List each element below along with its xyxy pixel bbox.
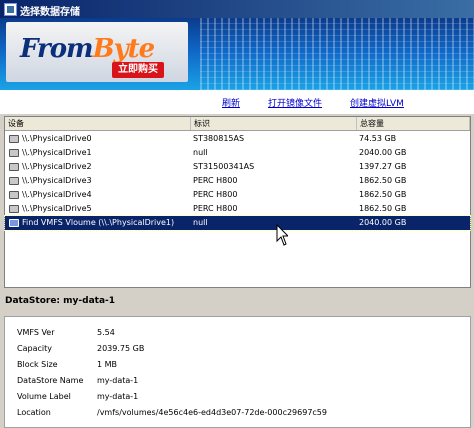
size-cell: 2040.00 GB: [359, 148, 407, 157]
id-cell: PERC H800: [193, 204, 238, 213]
window-title: 选择数据存储: [20, 7, 80, 18]
size-cell: 1862.50 GB: [359, 190, 407, 199]
detail-value: my-data-1: [97, 376, 139, 385]
table-row[interactable]: \\.\PhysicalDrive0 ST380815AS 74.53 GB: [5, 132, 470, 146]
column-device[interactable]: 设备: [5, 117, 191, 130]
disk-icon: [9, 135, 19, 143]
device-cell: \\.\PhysicalDrive4: [22, 190, 92, 199]
details-panel: VMFS Ver 5.54 Capacity 2039.75 GB Block …: [4, 316, 471, 428]
size-cell: 2040.00 GB: [359, 218, 407, 227]
logo: FromByte: [20, 34, 155, 64]
disk-icon: [9, 163, 19, 171]
device-cell: \\.\PhysicalDrive5: [22, 204, 92, 213]
detail-label: DataStore Name: [17, 376, 84, 385]
mouse-pointer-icon: [276, 224, 288, 246]
detail-value: 2039.75 GB: [97, 344, 145, 353]
size-cell: 1862.50 GB: [359, 204, 407, 213]
size-cell: 1397.27 GB: [359, 162, 407, 171]
device-cell: Find VMFS Vloume (\\.\PhysicalDrive1): [22, 218, 175, 227]
open-image-link[interactable]: 打开镜像文件: [268, 96, 322, 109]
device-cell: \\.\PhysicalDrive3: [22, 176, 92, 185]
device-cell: \\.\PhysicalDrive2: [22, 162, 92, 171]
disk-icon: [9, 191, 19, 199]
title-bar: 选择数据存储: [0, 0, 474, 18]
detail-label: VMFS Ver: [17, 328, 55, 337]
list-header: 设备 标识 总容量: [5, 117, 470, 131]
table-row[interactable]: \\.\PhysicalDrive3 PERC H800 1862.50 GB: [5, 174, 470, 188]
detail-value: my-data-1: [97, 392, 139, 401]
id-cell: null: [193, 148, 208, 157]
vmfs-volume-icon: [9, 219, 19, 227]
datastore-label: DataStore: my-data-1: [5, 296, 116, 306]
device-list[interactable]: 设备 标识 总容量 \\.\PhysicalDrive0 ST380815AS …: [4, 116, 471, 288]
table-row[interactable]: \\.\PhysicalDrive5 PERC H800 1862.50 GB: [5, 202, 470, 216]
refresh-link[interactable]: 刷新: [222, 96, 240, 109]
detail-label: Volume Label: [17, 392, 71, 401]
app-icon: [4, 3, 17, 16]
device-cell: \\.\PhysicalDrive1: [22, 148, 92, 157]
size-cell: 1862.50 GB: [359, 176, 407, 185]
column-id[interactable]: 标识: [191, 117, 357, 130]
size-cell: 74.53 GB: [359, 134, 397, 143]
detail-value: /vmfs/volumes/4e56c4e6-ed4d3e07-72de-000…: [97, 408, 327, 417]
toolbar: 刷新 打开镜像文件 创建虚拟LVM: [0, 90, 474, 114]
column-size[interactable]: 总容量: [357, 117, 470, 130]
detail-value: 1 MB: [97, 360, 118, 369]
disk-icon: [9, 205, 19, 213]
id-cell: null: [193, 218, 208, 227]
create-lvm-link[interactable]: 创建虚拟LVM: [350, 96, 404, 109]
datastore-status: DataStore: my-data-1: [0, 290, 474, 314]
detail-label: Capacity: [17, 344, 52, 353]
table-row[interactable]: \\.\PhysicalDrive4 PERC H800 1862.50 GB: [5, 188, 470, 202]
banner-graphic: [200, 18, 474, 90]
banner: FromByte 立即购买: [0, 18, 474, 90]
detail-label: Location: [17, 408, 51, 417]
table-row[interactable]: \\.\PhysicalDrive2 ST31500341AS 1397.27 …: [5, 160, 470, 174]
disk-icon: [9, 149, 19, 157]
table-row-selected[interactable]: Find VMFS Vloume (\\.\PhysicalDrive1) nu…: [4, 215, 471, 231]
id-cell: PERC H800: [193, 176, 238, 185]
detail-label: Block Size: [17, 360, 58, 369]
id-cell: PERC H800: [193, 190, 238, 199]
detail-value: 5.54: [97, 328, 115, 337]
disk-icon: [9, 177, 19, 185]
table-row[interactable]: \\.\PhysicalDrive1 null 2040.00 GB: [5, 146, 470, 160]
id-cell: ST380815AS: [193, 134, 245, 143]
id-cell: ST31500341AS: [193, 162, 255, 171]
buy-now-button[interactable]: 立即购买: [112, 62, 164, 78]
device-cell: \\.\PhysicalDrive0: [22, 134, 92, 143]
